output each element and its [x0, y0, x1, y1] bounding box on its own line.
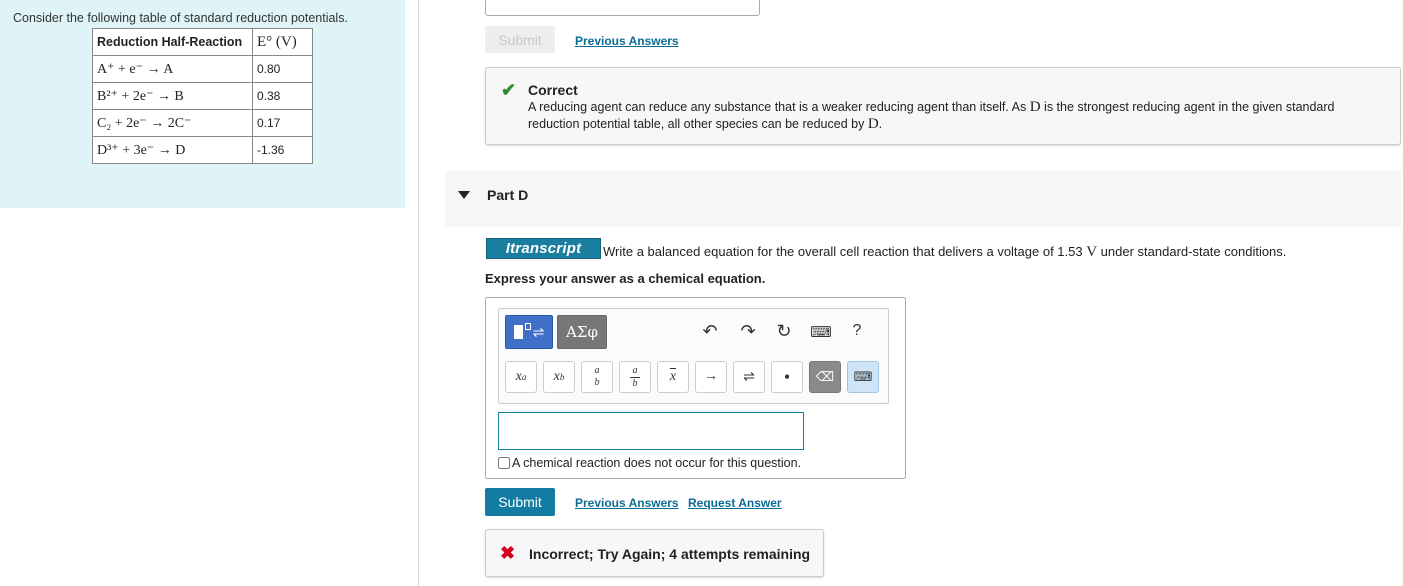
- no-reaction-option[interactable]: A chemical reaction does not occur for t…: [498, 456, 801, 470]
- submit-button-disabled: Submit: [485, 26, 555, 53]
- answer-input[interactable]: [498, 412, 804, 450]
- subscript-key[interactable]: xb: [543, 361, 575, 393]
- table-row: B²⁺ + 2e⁻ → B 0.38: [92, 82, 313, 110]
- reset-icon[interactable]: ↻: [773, 321, 795, 342]
- intro-text: Consider the following table of standard…: [13, 11, 348, 25]
- arrow-key[interactable]: →: [695, 361, 727, 393]
- fraction-key[interactable]: ab: [581, 361, 613, 393]
- feedback-text-part: .: [878, 117, 883, 131]
- table-cell-potential: 0.38: [252, 82, 313, 110]
- table-cell-reaction: A⁺ + e⁻ → A: [92, 55, 253, 83]
- panel-divider: [418, 0, 419, 586]
- template-box-icon: [513, 325, 523, 339]
- dot-key[interactable]: •: [771, 361, 803, 393]
- unit-label: V: [1086, 244, 1098, 260]
- submit-button[interactable]: Submit: [485, 488, 555, 516]
- incorrect-x-icon: ✖: [500, 543, 516, 563]
- table-row: C₂ + 2e⁻ → 2C⁻ 0.17: [92, 109, 313, 137]
- transcript-badge[interactable]: Itranscript: [486, 238, 601, 259]
- page: Consider the following table of standard…: [0, 0, 1403, 586]
- table-cell-reaction: C₂ + 2e⁻ → 2C⁻: [92, 109, 253, 137]
- feedback-text-part: A reducing agent can reduce any substanc…: [528, 100, 1030, 114]
- editor-toolbar: ⇌ ΑΣφ ↶ ↷ ↻ ⌨ ? xa xb ab ab x → ⇌ • ⌫ ⌨: [498, 308, 889, 404]
- previous-answer-field[interactable]: [485, 0, 760, 16]
- question-text-part: under standard-state conditions.: [1097, 244, 1287, 259]
- undo-icon[interactable]: ↶: [699, 321, 721, 342]
- template-small-box-icon: [524, 323, 531, 330]
- keyboard-toggle-key[interactable]: ⌨: [847, 361, 879, 393]
- species-label: D: [1029, 99, 1041, 115]
- answer-editor: ⇌ ΑΣφ ↶ ↷ ↻ ⌨ ? xa xb ab ab x → ⇌ • ⌫ ⌨ …: [485, 297, 906, 479]
- table-row: D³⁺ + 3e⁻ → D -1.36: [92, 136, 313, 164]
- redo-icon[interactable]: ↷: [737, 321, 759, 342]
- question-text: Write a balanced equation for the overal…: [603, 244, 1286, 261]
- feedback-title: Correct: [528, 82, 578, 98]
- backspace-key[interactable]: ⌫: [809, 361, 841, 393]
- table-cell-potential: -1.36: [252, 136, 313, 164]
- overline-key[interactable]: x: [657, 361, 689, 393]
- reduction-potentials-table: Reduction Half-Reaction E° (V) A⁺ + e⁻ →…: [92, 28, 313, 164]
- fraction-bar-key[interactable]: ab: [619, 361, 651, 393]
- table-cell-potential: 0.17: [252, 109, 313, 137]
- fraction-bar-icon: ab: [630, 365, 640, 389]
- table-cell-reaction: B²⁺ + 2e⁻ → B: [92, 82, 253, 110]
- no-reaction-checkbox[interactable]: [498, 457, 510, 469]
- table-row: A⁺ + e⁻ → A 0.80: [92, 55, 313, 83]
- caret-down-icon[interactable]: [458, 191, 470, 199]
- help-icon[interactable]: ?: [846, 322, 868, 340]
- incorrect-feedback-text: Incorrect; Try Again; 4 attempts remaini…: [529, 546, 811, 562]
- table-header-row: Reduction Half-Reaction E° (V): [92, 28, 313, 56]
- previous-answers-link[interactable]: Previous Answers: [575, 34, 679, 48]
- correct-feedback-box: ✔ Correct A reducing agent can reduce an…: [485, 67, 1401, 145]
- table-header-reaction: Reduction Half-Reaction: [92, 28, 253, 56]
- context-panel: Consider the following table of standard…: [0, 0, 405, 208]
- equilibrium-icon: ⇌: [532, 323, 545, 340]
- equilibrium-key[interactable]: ⇌: [733, 361, 765, 393]
- table-header-potential: E° (V): [252, 28, 313, 56]
- previous-answers-link[interactable]: Previous Answers: [575, 496, 679, 510]
- part-d-header[interactable]: Part D: [445, 171, 1401, 227]
- table-cell-potential: 0.80: [252, 55, 313, 83]
- part-d-title: Part D: [487, 187, 529, 203]
- templates-button[interactable]: ⇌: [505, 315, 553, 349]
- answer-instruction: Express your answer as a chemical equati…: [485, 271, 766, 286]
- feedback-text: A reducing agent can reduce any substanc…: [528, 99, 1388, 133]
- fraction-icon: ab: [594, 365, 600, 388]
- question-text-part: Write a balanced equation for the overal…: [603, 244, 1087, 259]
- greek-symbols-button[interactable]: ΑΣφ: [557, 315, 607, 349]
- request-answer-link[interactable]: Request Answer: [688, 496, 782, 510]
- no-reaction-label: A chemical reaction does not occur for t…: [512, 456, 802, 470]
- species-label: D: [867, 116, 879, 132]
- table-cell-reaction: D³⁺ + 3e⁻ → D: [92, 136, 253, 164]
- keyboard-icon[interactable]: ⌨: [810, 323, 832, 341]
- incorrect-feedback-box: ✖ Incorrect; Try Again; 4 attempts remai…: [485, 529, 824, 577]
- checkmark-icon: ✔: [501, 80, 517, 100]
- superscript-key[interactable]: xa: [505, 361, 537, 393]
